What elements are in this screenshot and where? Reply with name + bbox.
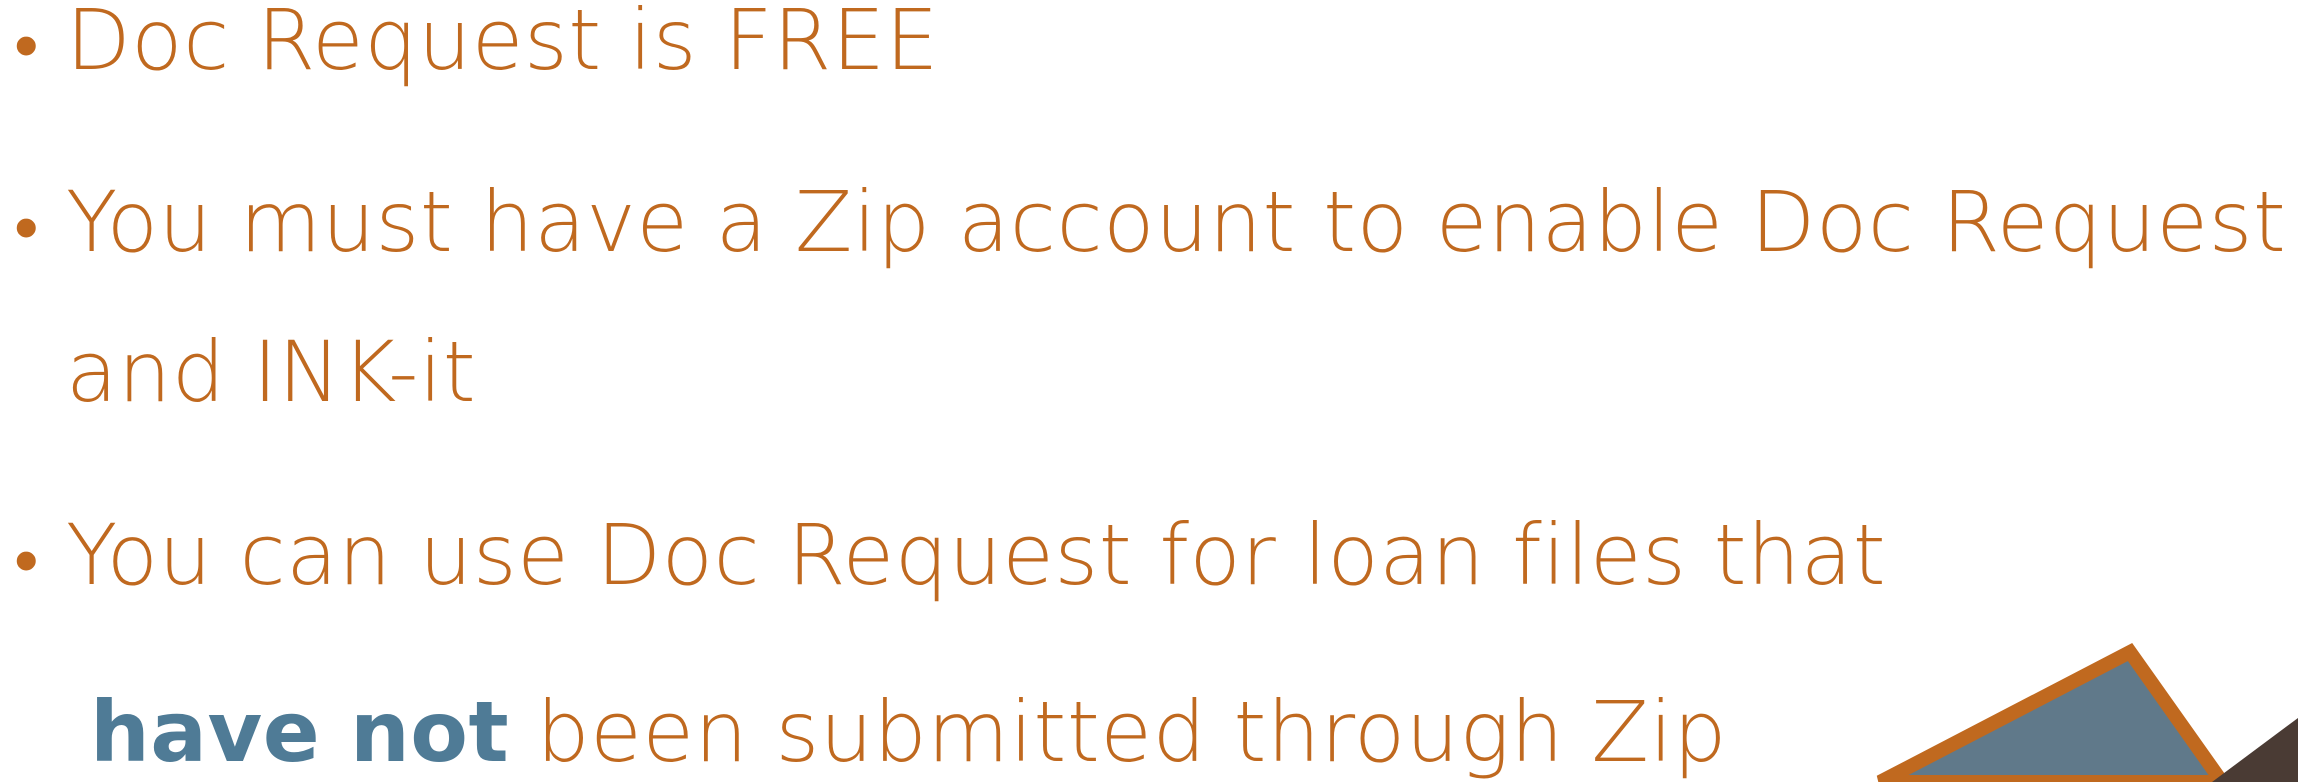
decorative-dark-edge [2212,718,2298,782]
decorative-triangle [1876,642,2231,782]
decorative-shape [1876,642,2298,782]
